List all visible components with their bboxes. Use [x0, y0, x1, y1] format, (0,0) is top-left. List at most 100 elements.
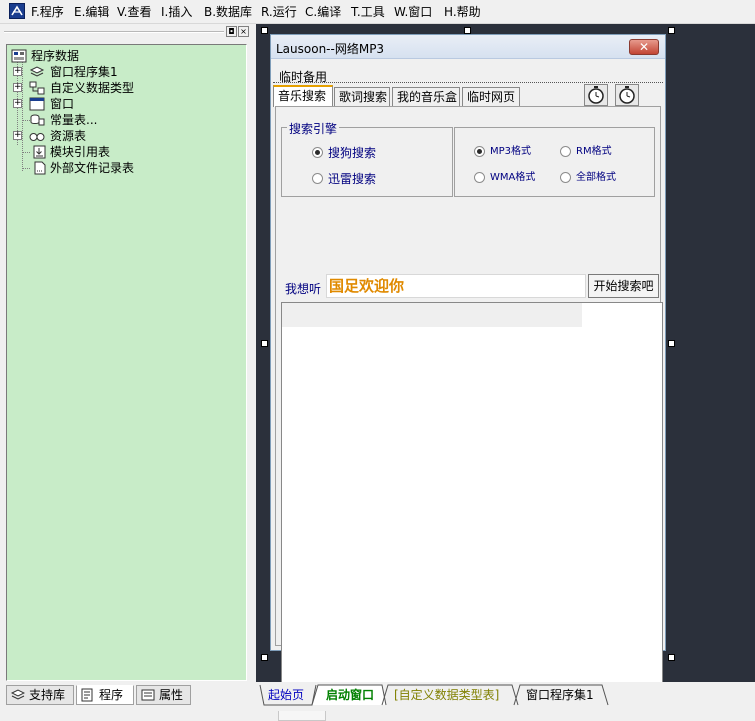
menu-window[interactable]: W.窗口 [394, 4, 432, 20]
program-icon [81, 688, 93, 702]
radio-label: MP3格式 [490, 146, 532, 157]
radio-indicator [474, 146, 485, 157]
radio-indicator [312, 147, 323, 158]
menu-bar: F.程序 E.编辑 V.查看 I.插入 B.数据库 R.运行 C.编译 T.工具… [0, 0, 755, 24]
menu-compile[interactable]: C.编译 [305, 4, 341, 20]
document-tabs: 起始页 启动窗口 [自定义数据类型表] 窗口程序集1 [256, 682, 755, 711]
radio-label: RM格式 [576, 146, 612, 157]
expand-icon[interactable]: + [13, 83, 22, 92]
resize-handle[interactable] [668, 340, 675, 347]
form-window[interactable]: Lausoon--网络MP3 ✕ 临时备用 音乐搜索 歌词搜索 我的音乐盒 临时… [270, 34, 666, 721]
tab-music-search[interactable]: 音乐搜索 [273, 85, 333, 107]
doc-tab-window-program-set[interactable]: 窗口程序集1 [526, 685, 594, 705]
tree-item-window-program-set[interactable]: + 窗口程序集1 [13, 64, 213, 80]
tree-item-resources[interactable]: + 资源表 [13, 128, 213, 144]
tree-item-constants[interactable]: 常量表... [13, 112, 213, 128]
left-panel-tabs: 支持库 程序 属性 [0, 683, 252, 711]
module-ref-icon [33, 145, 46, 159]
radio-label: 迅雷搜索 [328, 172, 377, 186]
radio-rm[interactable]: RM格式 [560, 145, 612, 159]
tab-my-music-box[interactable]: 我的音乐盒 [392, 87, 460, 107]
menu-view[interactable]: V.查看 [117, 4, 151, 20]
tab-program[interactable]: 程序 [76, 685, 134, 705]
tab-lyrics-search[interactable]: 歌词搜索 [334, 87, 390, 107]
resize-handle[interactable] [464, 27, 471, 34]
radio-wma[interactable]: WMA格式 [474, 171, 535, 185]
tree-item-window[interactable]: + 窗口 [13, 96, 213, 112]
panel-grip[interactable] [4, 31, 224, 33]
tree-item-custom-types[interactable]: + 自定义数据类型 [13, 80, 213, 96]
radio-label: 全部格式 [576, 172, 616, 183]
tab-support-library[interactable]: 支持库 [6, 685, 74, 705]
resize-handle[interactable] [668, 27, 675, 34]
window-icon [29, 97, 45, 111]
radio-indicator [312, 173, 323, 184]
expand-icon[interactable]: + [13, 99, 22, 108]
tab-label: 程序 [99, 688, 124, 702]
menu-edit[interactable]: E.编辑 [74, 4, 109, 20]
expand-icon[interactable]: + [13, 67, 22, 76]
menu-insert[interactable]: I.插入 [161, 4, 192, 20]
resources-icon [29, 133, 45, 141]
tree-item-label: 模块引用表 [50, 145, 111, 159]
file-icon [34, 161, 46, 175]
tab-temp-web[interactable]: 临时网页 [462, 87, 520, 107]
tree-item-label: 资源表 [50, 129, 87, 143]
data-type-icon [29, 81, 45, 95]
menu-database[interactable]: B.数据库 [204, 4, 252, 20]
results-list[interactable] [281, 302, 663, 703]
tab-panel: 搜索引擎 搜狗搜索 迅雷搜索 MP3格式 RM格式 WMA格式 全部格式 我想听… [275, 106, 663, 721]
properties-icon [141, 689, 155, 701]
tab-label: 支持库 [29, 688, 66, 702]
tree-item-module-refs[interactable]: 模块引用表 [13, 144, 213, 160]
tree-root-label: 程序数据 [31, 49, 80, 63]
radio-indicator [560, 172, 571, 183]
tree-item-label: 窗口程序集1 [50, 65, 118, 79]
form-title-bar[interactable]: Lausoon--网络MP3 ✕ [271, 35, 665, 59]
stopwatch-icon[interactable] [584, 84, 608, 106]
app-logo-icon [9, 3, 25, 19]
menu-tools[interactable]: T.工具 [351, 4, 385, 20]
form-title: Lausoon--网络MP3 [276, 42, 385, 56]
close-window-button[interactable]: ✕ [629, 39, 659, 55]
engine-group-label: 搜索引擎 [287, 120, 340, 137]
layers-icon [29, 66, 45, 77]
results-header [282, 303, 582, 327]
menu-run[interactable]: R.运行 [261, 4, 297, 20]
tree-item-label: 常量表... [50, 113, 98, 127]
format-groupbox [454, 127, 655, 197]
resize-handle[interactable] [668, 654, 675, 661]
menu-file[interactable]: F.程序 [31, 4, 64, 20]
doc-tab-start-page[interactable]: 起始页 [268, 685, 304, 705]
radio-all[interactable]: 全部格式 [560, 171, 616, 185]
program-tree[interactable]: 程序数据 + 窗口程序集1 + 自定义数据类型 + 窗口 常量表... + 资源… [6, 44, 247, 681]
radio-label: WMA格式 [490, 172, 536, 183]
radio-xunlei[interactable]: 迅雷搜索 [312, 172, 376, 186]
database-icon [11, 49, 27, 63]
menu-help[interactable]: H.帮助 [444, 4, 481, 20]
radio-label: 搜狗搜索 [328, 146, 377, 160]
tab-properties[interactable]: 属性 [136, 685, 191, 705]
song-search-input[interactable]: 国足欢迎你 [326, 274, 586, 298]
tree-item-external-files[interactable]: 外部文件记录表 [13, 160, 213, 176]
want-label: 我想听 [285, 282, 322, 296]
radio-sogou[interactable]: 搜狗搜索 [312, 146, 376, 160]
left-panel-header: ◘ × [4, 26, 249, 39]
radio-indicator [474, 172, 485, 183]
resize-handle[interactable] [261, 654, 268, 661]
stopwatch-icon[interactable] [615, 84, 639, 106]
close-panel-icon[interactable]: × [238, 26, 249, 37]
tree-item-label: 自定义数据类型 [50, 81, 135, 95]
tree-item-label: 外部文件记录表 [50, 161, 135, 175]
tab-label: 属性 [159, 688, 184, 702]
engine-groupbox [281, 127, 453, 197]
radio-mp3[interactable]: MP3格式 [474, 145, 531, 159]
resize-handle[interactable] [261, 27, 268, 34]
doc-tab-startup-window[interactable]: 启动窗口 [326, 685, 374, 705]
resize-handle[interactable] [261, 340, 268, 347]
pin-icon[interactable]: ◘ [226, 26, 237, 37]
radio-indicator [560, 146, 571, 157]
expand-icon[interactable]: + [13, 131, 22, 140]
doc-tab-custom-types[interactable]: [自定义数据类型表] [394, 685, 499, 705]
start-search-button[interactable]: 开始搜索吧 [588, 274, 659, 298]
